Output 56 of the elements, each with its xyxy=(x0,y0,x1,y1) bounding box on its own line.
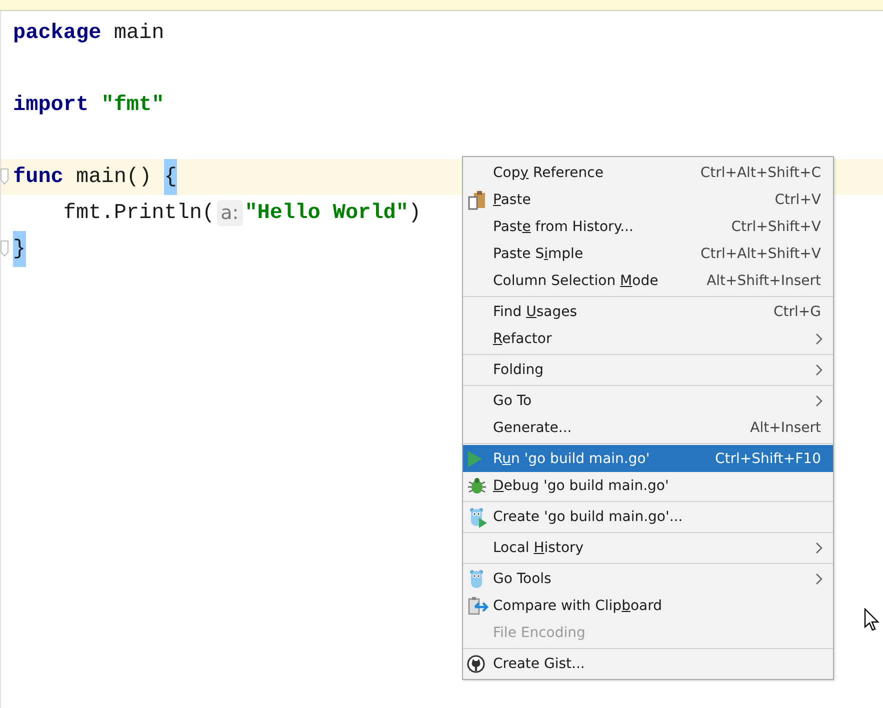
matched-brace: { xyxy=(164,159,177,195)
menu-item-label: Compare with Clipboard xyxy=(493,598,663,614)
code-keyword: import xyxy=(13,94,89,116)
menu-item-label: Go To xyxy=(493,392,533,408)
menu-item[interactable]: Create Gist... xyxy=(463,650,833,677)
mouse-pointer-icon xyxy=(864,608,880,632)
menu-item[interactable]: Column Selection Mode Alt+Shift+Insert xyxy=(463,267,833,294)
menu-item[interactable]: Go To xyxy=(463,387,833,414)
menu-item-label: Find Usages xyxy=(493,304,578,320)
menu-item-label: Debug 'go build main.go' xyxy=(493,478,670,494)
menu-item-label: Run 'go build main.go' xyxy=(493,450,651,466)
menu-item-label: Local History xyxy=(493,540,585,556)
matched-brace: } xyxy=(13,231,26,267)
menu-item-label: Create 'go build main.go'... xyxy=(493,508,684,524)
menu-item-label: Column Selection Mode xyxy=(493,272,660,288)
menu-item-label: Create Gist... xyxy=(493,656,586,672)
menu-item-label: Copy Reference xyxy=(493,164,604,180)
menu-item-label: Paste from History... xyxy=(493,218,634,234)
fold-marker-icon[interactable] xyxy=(0,168,10,186)
play-icon xyxy=(467,450,483,468)
menu-item-label: File Encoding xyxy=(493,624,586,640)
code-text: main xyxy=(112,22,164,44)
bug-icon xyxy=(467,476,487,494)
parameter-hint: a: xyxy=(216,200,243,226)
menu-item[interactable]: Create 'go build main.go'... xyxy=(463,503,833,530)
code-string: "fmt" xyxy=(100,94,164,116)
menu-item[interactable]: Folding xyxy=(463,356,833,383)
menu-item[interactable]: Paste Simple Ctrl+Alt+Shift+V xyxy=(463,240,833,267)
menu-item[interactable]: Generate... Alt+Insert xyxy=(463,414,833,441)
menu-item[interactable]: Refactor xyxy=(463,325,833,352)
code-text: ) xyxy=(408,202,422,224)
menu-item-label: Paste xyxy=(493,192,532,208)
menu-item[interactable]: Run 'go build main.go' Ctrl+Shift+F10 xyxy=(463,445,833,472)
menu-item[interactable]: Local History xyxy=(463,534,833,561)
code-text: fmt.Println( xyxy=(62,202,215,224)
menu-item-label: Refactor xyxy=(493,330,553,346)
code-keyword: package xyxy=(13,22,102,44)
compare-icon xyxy=(467,596,489,616)
menu-item[interactable]: Copy Reference Ctrl+Alt+Shift+C xyxy=(463,159,833,186)
menu-item-label: Paste Simple xyxy=(493,246,584,262)
menu-item[interactable]: Compare with Clipboard xyxy=(463,592,833,619)
fold-marker-icon[interactable] xyxy=(0,240,10,258)
menu-item[interactable]: Paste from History... Ctrl+Shift+V xyxy=(463,213,833,240)
gopher-icon xyxy=(467,506,487,528)
clipboard-icon xyxy=(467,190,487,210)
menu-item[interactable]: Go Tools xyxy=(463,565,833,592)
menu-item-label: Generate... xyxy=(493,420,573,436)
code-keyword: func xyxy=(13,166,64,188)
menu-item-label: Go Tools xyxy=(493,570,552,586)
code-text: main() xyxy=(75,166,153,188)
code-string: "Hello World" xyxy=(244,202,409,224)
menu-item[interactable]: Paste Ctrl+V xyxy=(463,186,833,213)
menu-item[interactable]: Find Usages Ctrl+G xyxy=(463,298,833,325)
github-icon xyxy=(467,654,485,672)
menu-item-label: Folding xyxy=(493,362,545,378)
menu-item[interactable]: Debug 'go build main.go' xyxy=(463,472,833,499)
